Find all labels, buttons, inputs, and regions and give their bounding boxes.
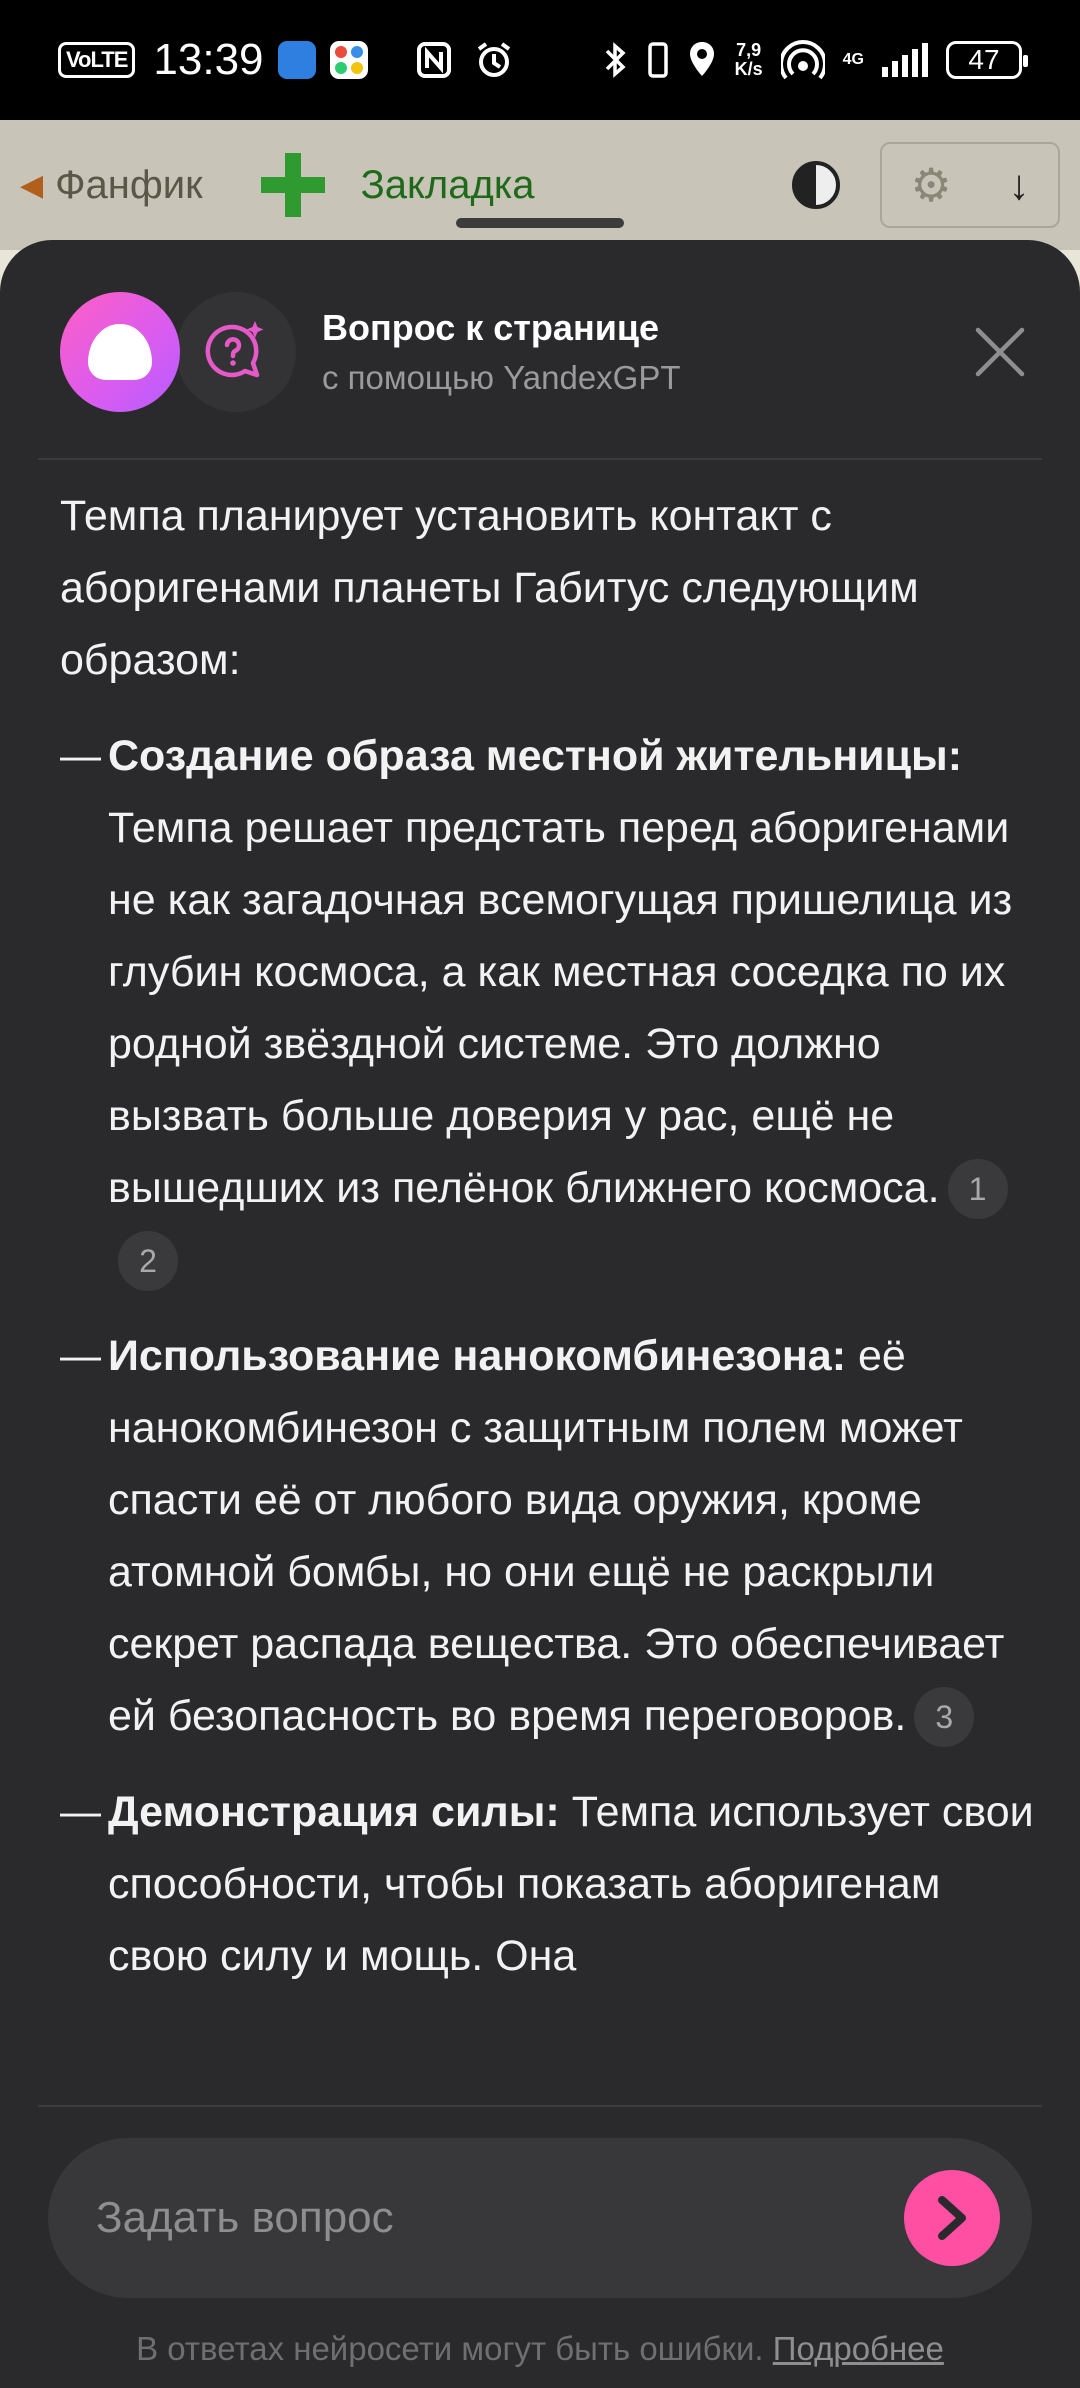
download-arrow-icon[interactable]: ↓ <box>1009 161 1030 209</box>
underlying-page-toolbar: ◀ Фанфик Закладка ⚙ ↓ <box>0 120 1080 250</box>
sheet-subtitle: с помощью YandexGPT <box>322 359 681 396</box>
bluetooth-icon <box>605 42 626 78</box>
settings-download-group: ⚙ ↓ <box>880 142 1060 228</box>
bookmark-link[interactable]: Закладка <box>361 163 535 208</box>
item-heading: Использование нанокомбинезона: <box>108 1332 847 1380</box>
volte-badge: VoLTE <box>58 42 136 78</box>
alarm-icon <box>477 42 510 77</box>
chat-sparkle-icon <box>176 292 296 412</box>
app-notification-icon <box>329 41 368 79</box>
item-heading: Демонстрация силы: <box>108 1788 560 1836</box>
answer-list-item: — Использование нанокомбинезона: её нанок… <box>60 1320 1040 1752</box>
page-question-sheet: Вопрос к странице с помощью YandexGPT Те… <box>0 218 1080 2388</box>
network-type: 4G <box>842 51 864 68</box>
close-button[interactable] <box>960 312 1040 392</box>
item-heading: Создание образа местной жительницы: <box>108 732 963 780</box>
learn-more-link[interactable]: Подробнее <box>773 2330 944 2367</box>
answer-content: Темпа планирует установить контакт с або… <box>60 480 1040 2325</box>
header-divider <box>38 458 1042 460</box>
status-bar: VoLTE 13:39 7,9 K/s 4G 47 <box>0 0 1080 120</box>
contrast-icon[interactable] <box>792 161 840 209</box>
battery-indicator: 47 <box>946 41 1028 79</box>
answer-list-item: — Демонстрация силы: Темпа использует сво… <box>60 1788 1034 1980</box>
citation-badge[interactable]: 2 <box>118 1230 178 1291</box>
screen: VoLTE 13:39 7,9 K/s 4G 47 ◀ Фанфик Закла… <box>0 0 1080 2388</box>
ai-disclaimer: В ответах нейросети могут быть ошибки. П… <box>136 2330 944 2367</box>
alice-logo-icon <box>60 292 180 412</box>
nfc-icon <box>416 42 451 78</box>
answer-intro: Темпа планирует установить контакт с або… <box>60 492 919 684</box>
location-icon <box>689 42 714 76</box>
item-text: её нанокомбинезон с защитным полем может… <box>108 1332 1005 1740</box>
send-button[interactable] <box>904 2170 1000 2266</box>
item-text: Темпа решает предстать перед аборигенами… <box>108 804 1013 1212</box>
close-icon <box>975 327 1025 377</box>
chevron-right-icon <box>938 2196 966 2240</box>
question-input-bar <box>48 2138 1032 2298</box>
citation-badge[interactable]: 3 <box>914 1686 975 1747</box>
input-divider <box>38 2105 1042 2107</box>
question-input[interactable] <box>96 2193 904 2243</box>
sheet-header: Вопрос к странице с помощью YandexGPT <box>60 290 1040 414</box>
fanfic-link[interactable]: Фанфик <box>55 163 203 208</box>
sheet-title: Вопрос к странице <box>322 307 659 348</box>
back-arrow-icon[interactable]: ◀ <box>20 168 43 203</box>
sheet-grabber[interactable] <box>456 218 624 228</box>
status-time: 13:39 <box>153 35 264 84</box>
citation-badge[interactable]: 1 <box>947 1158 1008 1219</box>
answer-list-item: — Создание образа местной жительницы: Тем… <box>60 720 1040 1296</box>
hotspot-icon <box>780 40 825 80</box>
phone-vibrate-icon <box>647 42 668 78</box>
signal-icon <box>882 43 928 77</box>
network-speed: 7,9 K/s <box>734 40 763 79</box>
mail-notification-icon <box>277 41 316 79</box>
plus-icon[interactable] <box>260 153 325 217</box>
gear-icon[interactable]: ⚙ <box>910 158 951 212</box>
